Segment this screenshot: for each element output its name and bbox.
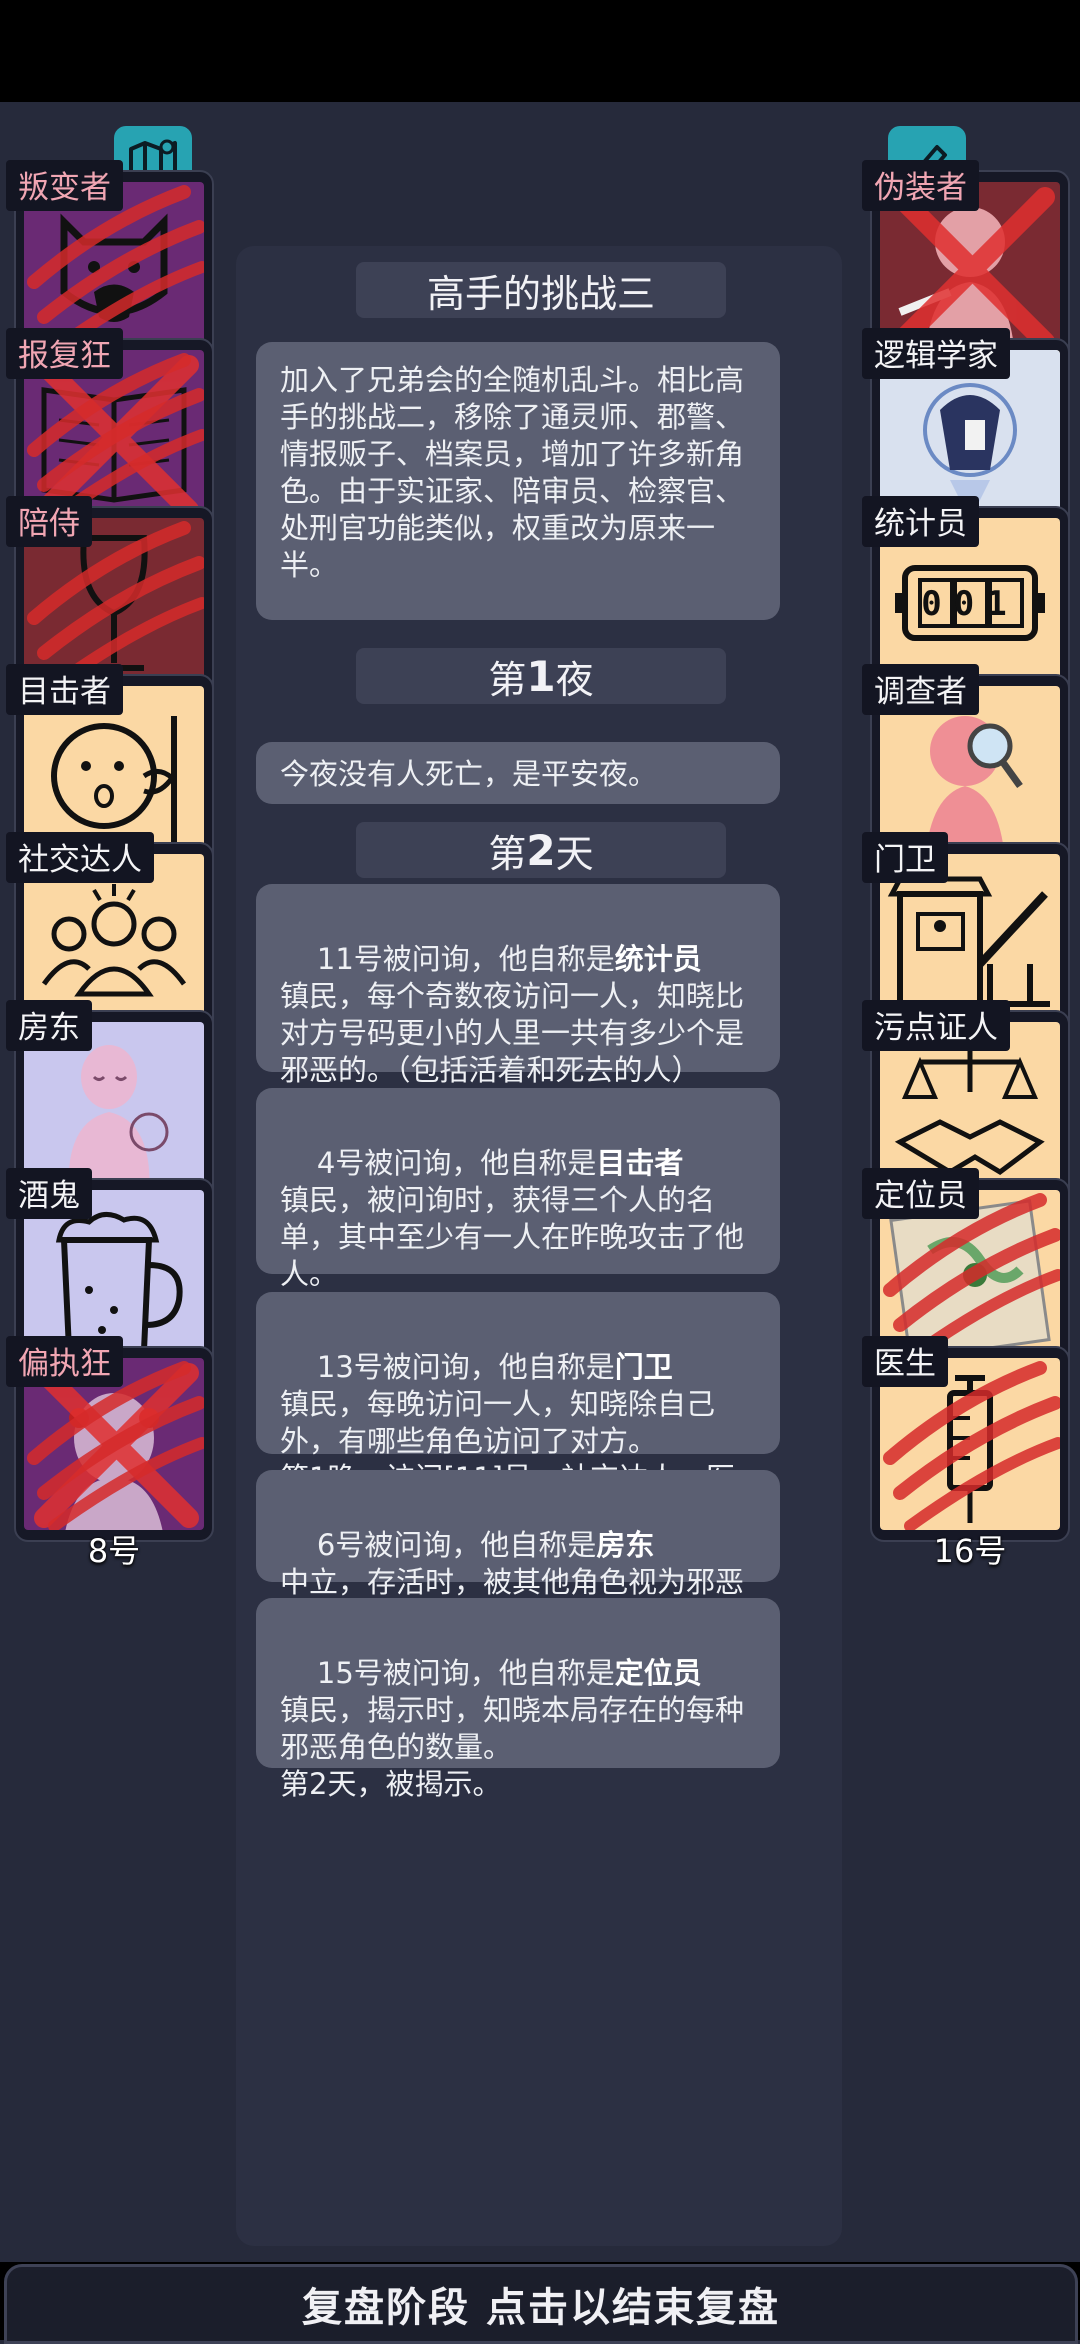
player-role-label: 房东: [6, 1000, 92, 1051]
entry-body: 镇民，揭示时，知晓本局存在的每种邪恶角色的数量。 第2天，被揭示。: [280, 1693, 745, 1801]
log-entry-card: 13号被问询，他自称是门卫 镇民，每晚访问一人，知晓除自己外，有哪些角色访问了对…: [256, 1292, 780, 1532]
entry-lead: 13号被问询，他自称是: [316, 1350, 615, 1384]
entry-lead: 4号被问询，他自称是: [316, 1146, 597, 1180]
game-title: 高手的挑战三: [356, 262, 726, 318]
player-role-label: 偏执狂: [6, 1336, 123, 1387]
player-role-label: 调查者: [862, 664, 979, 715]
day-suffix: 天: [555, 831, 594, 876]
player-role-label: 陪侍: [6, 496, 92, 547]
entry-lead: 11号被问询，他自称是: [316, 942, 615, 976]
day-prefix: 第: [488, 831, 527, 876]
entry-role: 房东: [596, 1528, 655, 1562]
entry-lead: 15号被问询，他自称是: [316, 1656, 615, 1690]
player-card[interactable]: 偏执狂 8号: [6, 1336, 214, 1570]
night-1-card: 今夜没有人死亡，是平安夜。: [256, 742, 780, 804]
player-role-label: 目击者: [6, 664, 123, 715]
player-card[interactable]: 医生 16号: [862, 1336, 1070, 1570]
entry-role: 目击者: [596, 1146, 684, 1180]
entry-role: 统计员: [614, 942, 702, 976]
night-1-header: 第1夜: [356, 648, 726, 704]
night-prefix: 第: [488, 657, 527, 702]
player-role-label: 报复狂: [6, 328, 123, 379]
player-role-label: 伪装者: [862, 160, 979, 211]
player-role-label: 逻辑学家: [862, 328, 1010, 379]
night-suffix: 夜: [555, 657, 594, 702]
end-review-button[interactable]: 复盘阶段 点击以结束复盘: [4, 2264, 1078, 2344]
player-role-label: 定位员: [862, 1168, 979, 1219]
status-bar: [0, 0, 1080, 102]
log-entry-card: 6号被问询，他自称是房东 中立，存活时，被其他角色视为邪恶阵营。: [256, 1470, 780, 1636]
entry-role: 定位员: [614, 1656, 702, 1690]
log-entry-card: 4号被问询，他自称是目击者 镇民，被问询时，获得三个人的名单，其中至少有一人在昨…: [256, 1088, 780, 1365]
player-role-label: 酒鬼: [6, 1168, 92, 1219]
day-2-header: 第2天: [356, 822, 726, 878]
player-role-label: 叛变者: [6, 160, 123, 211]
entry-role: 门卫: [614, 1350, 673, 1384]
player-number: 8号: [87, 1532, 141, 1570]
counter-display: 001: [921, 584, 1019, 624]
log-entry-card: 11号被问询，他自称是统计员 镇民，每个奇数夜访问一人，知晓比对方号码更小的人里…: [256, 884, 780, 1161]
player-number: 16号: [933, 1532, 1007, 1570]
player-role-label: 统计员: [862, 496, 979, 547]
day-number: 2: [526, 825, 556, 875]
player-role-label: 社交达人: [6, 832, 154, 883]
player-role-label: 门卫: [862, 832, 948, 883]
review-log-feed[interactable]: 高手的挑战三 加入了兄弟会的全随机乱斗。相比高手的挑战二，移除了通灵师、郡警、情…: [236, 246, 842, 2204]
log-entry-card: 15号被问询，他自称是定位员 镇民，揭示时，知晓本局存在的每种邪恶角色的数量。 …: [256, 1598, 780, 1801]
game-description-card: 加入了兄弟会的全随机乱斗。相比高手的挑战二，移除了通灵师、郡警、情报贩子、档案员…: [256, 342, 780, 620]
player-role-label: 污点证人: [862, 1000, 1010, 1051]
night-number: 1: [526, 651, 556, 701]
entry-lead: 6号被问询，他自称是: [316, 1528, 597, 1562]
player-role-label: 医生: [862, 1336, 948, 1387]
